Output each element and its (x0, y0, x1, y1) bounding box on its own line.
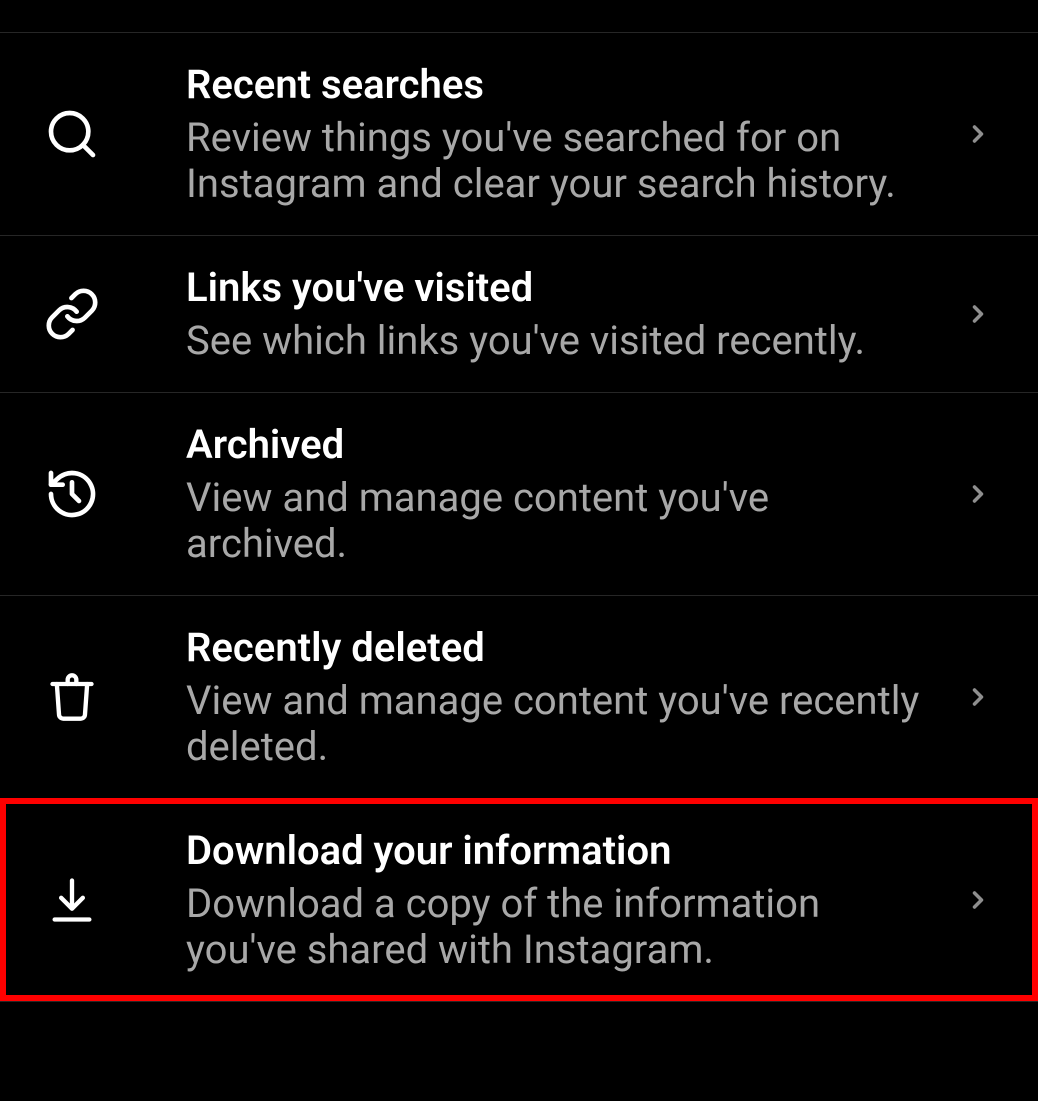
list-item-title: Download your information (186, 827, 938, 875)
history-icon (40, 462, 104, 526)
search-icon (40, 102, 104, 166)
list-item-title: Recent searches (186, 61, 938, 109)
chevron-right-icon (958, 886, 998, 914)
list-item-title: Recently deleted (186, 624, 938, 672)
chevron-right-icon (958, 120, 998, 148)
list-item-title: Links you've visited (186, 264, 938, 312)
trash-icon (40, 665, 104, 729)
list-item-text: Links you've visited See which links you… (186, 264, 958, 364)
list-item-text: Recent searches Review things you've sea… (186, 61, 958, 207)
list-item-recently-deleted[interactable]: Recently deleted View and manage content… (0, 595, 1038, 798)
list-item-subtitle: Download a copy of the information you'v… (186, 881, 938, 973)
list-item-download-info[interactable]: Download your information Download a cop… (0, 798, 1038, 1001)
chevron-right-icon (958, 480, 998, 508)
link-icon (40, 282, 104, 346)
list-item-text: Download your information Download a cop… (186, 827, 958, 973)
settings-list: Recent searches Review things you've sea… (0, 0, 1038, 1001)
chevron-right-icon (958, 300, 998, 328)
list-item-subtitle: Review things you've searched for on Ins… (186, 115, 938, 207)
list-item-recent-searches[interactable]: Recent searches Review things you've sea… (0, 32, 1038, 235)
download-icon (40, 868, 104, 932)
list-item-subtitle: See which links you've visited recently. (186, 318, 938, 364)
list-item-text: Recently deleted View and manage content… (186, 624, 958, 770)
list-item-title: Archived (186, 421, 938, 469)
list-item-links-visited[interactable]: Links you've visited See which links you… (0, 235, 1038, 392)
list-item-archived[interactable]: Archived View and manage content you've … (0, 392, 1038, 595)
list-item-subtitle: View and manage content you've recently … (186, 678, 938, 770)
list-item-subtitle: View and manage content you've archived. (186, 475, 938, 567)
list-item-text: Archived View and manage content you've … (186, 421, 958, 567)
chevron-right-icon (958, 683, 998, 711)
